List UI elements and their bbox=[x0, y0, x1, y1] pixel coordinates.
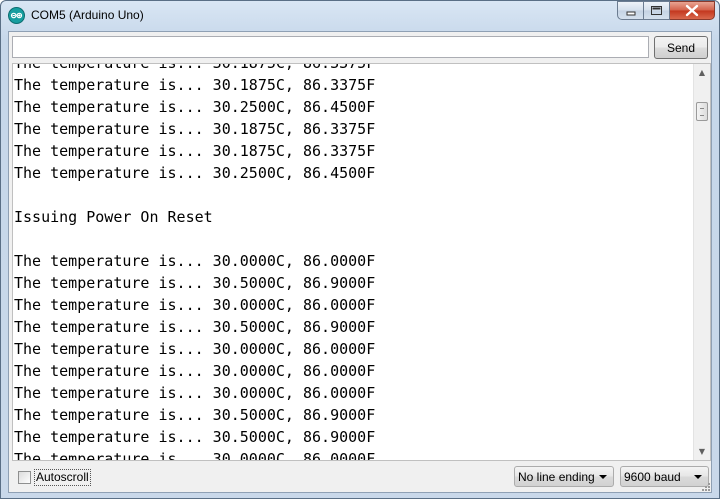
chevron-down-icon bbox=[599, 475, 607, 479]
minimize-icon bbox=[626, 11, 636, 16]
window-controls bbox=[617, 1, 715, 21]
serial-output-text: The temperature is... 30.1875C, 86.3375F… bbox=[14, 63, 376, 461]
maximize-icon bbox=[651, 6, 662, 15]
chevron-down-icon bbox=[694, 475, 702, 479]
line-ending-select[interactable]: No line ending bbox=[514, 466, 614, 487]
serial-send-input[interactable] bbox=[12, 36, 649, 58]
serial-output-pane[interactable]: The temperature is... 30.1875C, 86.3375F… bbox=[12, 63, 711, 461]
serial-monitor-client-area: Send The temperature is... 30.1875C, 86.… bbox=[8, 31, 712, 493]
arduino-logo-icon bbox=[8, 7, 25, 24]
maximize-button[interactable] bbox=[644, 1, 670, 20]
close-button[interactable] bbox=[670, 1, 715, 20]
baud-rate-value: 9600 baud bbox=[624, 470, 681, 484]
title-bar[interactable]: COM5 (Arduino Uno) bbox=[1, 1, 719, 31]
vertical-scrollbar[interactable]: ▲ ▼ bbox=[693, 64, 710, 460]
line-ending-value: No line ending bbox=[518, 470, 595, 484]
baud-rate-select[interactable]: 9600 baud bbox=[620, 466, 709, 487]
scroll-up-arrow-icon[interactable]: ▲ bbox=[694, 64, 710, 81]
window-title: COM5 (Arduino Uno) bbox=[31, 8, 144, 22]
send-button[interactable]: Send bbox=[654, 36, 708, 59]
autoscroll-label[interactable]: Autoscroll bbox=[34, 469, 91, 486]
minimize-button[interactable] bbox=[617, 1, 644, 20]
scrollbar-thumb[interactable] bbox=[696, 102, 708, 121]
resize-grip-icon[interactable] bbox=[701, 482, 711, 492]
scroll-down-arrow-icon[interactable]: ▼ bbox=[694, 443, 710, 460]
autoscroll-checkbox[interactable] bbox=[18, 471, 31, 484]
close-icon bbox=[685, 4, 699, 17]
serial-monitor-window: COM5 (Arduino Uno) Send The temperature … bbox=[0, 0, 720, 499]
